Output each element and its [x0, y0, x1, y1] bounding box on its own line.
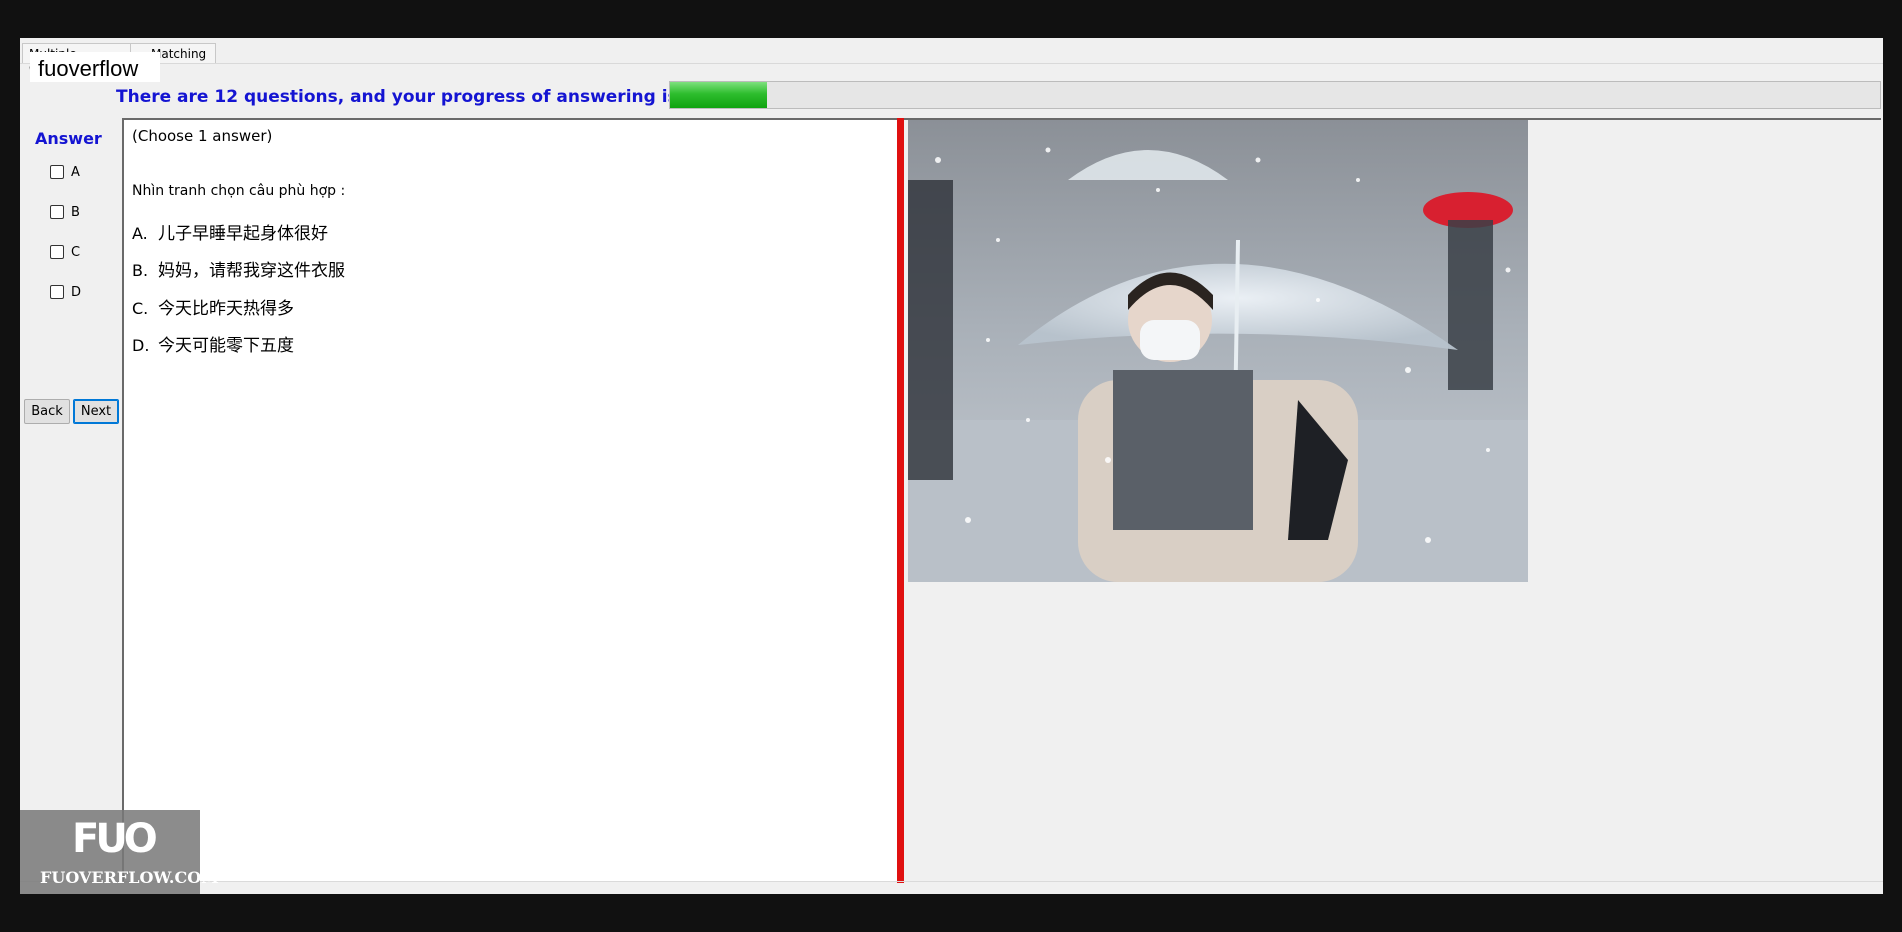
choose-hint: (Choose 1 answer)	[132, 127, 273, 145]
choice-text: 儿子早睡早起身体很好	[158, 224, 328, 244]
choice-text: 妈妈，请帮我穿这件衣服	[158, 261, 345, 281]
answer-checkbox-a[interactable]: A	[50, 163, 80, 181]
fuo-logo-icon: FUO	[72, 816, 158, 862]
choice-letter: A.	[132, 224, 148, 243]
choice-letter: C.	[132, 299, 149, 318]
answer-heading: Answer	[35, 129, 102, 148]
question-choice-c: C. 今天比昨天热得多	[132, 294, 294, 319]
quiz-window: Multiple Choices Matching fuoverflow The…	[20, 38, 1883, 894]
answer-option-label: C	[71, 244, 81, 260]
snow-umbrella-photo	[908, 120, 1528, 582]
answer-option-label: D	[71, 284, 82, 300]
choice-text: 今天可能零下五度	[158, 336, 294, 356]
watermark-site: FUOVERFLOW.COM	[40, 868, 219, 887]
question-choice-d: D. 今天可能零下五度	[132, 331, 294, 356]
checkbox-icon[interactable]	[50, 285, 64, 299]
question-panel: (Choose 1 answer) Nhìn tranh chọn câu ph…	[122, 118, 897, 882]
checkbox-icon[interactable]	[50, 205, 64, 219]
question-choice-a: A. 儿子早睡早起身体很好	[132, 219, 328, 244]
choice-letter: D.	[132, 336, 150, 355]
choice-letter: B.	[132, 261, 149, 280]
progress-bar-fill	[670, 82, 767, 108]
status-divider	[20, 881, 1883, 882]
question-photo	[908, 120, 1528, 582]
progress-bar	[669, 81, 1881, 109]
answer-option-label: A	[71, 164, 80, 180]
checkbox-icon[interactable]	[50, 245, 64, 259]
next-button[interactable]: Next	[73, 399, 119, 424]
tab-strip-divider	[20, 63, 1883, 64]
answer-checkbox-d[interactable]: D	[50, 283, 81, 301]
question-choice-b: B. 妈妈，请帮我穿这件衣服	[132, 256, 345, 281]
fuoverflow-overlay-label: fuoverflow	[30, 52, 160, 82]
answer-checkbox-c[interactable]: C	[50, 243, 80, 261]
back-button[interactable]: Back	[24, 399, 70, 424]
question-instruction: Nhìn tranh chọn câu phù hợp :	[132, 183, 346, 199]
fuoverflow-watermark: FUO FUOVERFLOW.COM	[20, 810, 219, 894]
answer-checkbox-b[interactable]: B	[50, 203, 80, 221]
progress-label: There are 12 questions, and your progres…	[116, 87, 678, 107]
choice-text: 今天比昨天热得多	[158, 299, 294, 319]
answer-option-label: B	[71, 204, 80, 220]
checkbox-icon[interactable]	[50, 165, 64, 179]
panel-splitter[interactable]	[897, 118, 904, 883]
